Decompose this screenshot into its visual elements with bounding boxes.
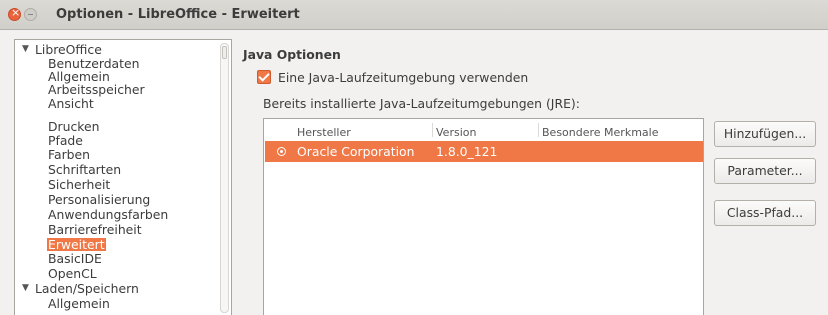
tree-item-opencl[interactable]: OpenCL — [48, 267, 97, 280]
jre-table[interactable]: Hersteller Version Besondere Merkmale Or… — [263, 118, 704, 315]
use-jre-label[interactable]: Eine Java-Laufzeitumgebung verwenden — [278, 70, 528, 85]
options-tree[interactable]: ▼ LibreOffice Benutzerdaten Allgemein Ar… — [14, 39, 232, 315]
minimize-window-icon[interactable] — [24, 8, 37, 21]
column-header-merkmale[interactable]: Besondere Merkmale — [542, 126, 658, 139]
tree-item-barrierefreiheit[interactable]: Barrierefreiheit — [48, 223, 142, 236]
tree-item-drucken[interactable]: Drucken — [48, 120, 100, 133]
title-bar: Optionen - LibreOffice - Erweitert — [0, 0, 828, 30]
tree-group-laden-speichern[interactable]: Laden/Speichern — [35, 282, 139, 295]
tree-item-pfade[interactable]: Pfade — [48, 134, 83, 147]
column-divider — [432, 123, 433, 137]
jre-radio-icon[interactable] — [277, 147, 286, 156]
section-title: Java Optionen — [243, 47, 341, 62]
expand-arrow-icon[interactable]: ▼ — [22, 44, 29, 54]
tree-item-schriftarten[interactable]: Schriftarten — [48, 163, 121, 176]
tree-item-erweitert[interactable]: Erweitert — [47, 238, 106, 251]
classpath-button[interactable]: Class-Pfad... — [714, 200, 816, 226]
table-row[interactable]: Oracle Corporation 1.8.0_121 — [265, 141, 703, 162]
installed-jre-label: Bereits installierte Java-Laufzeitumgebu… — [263, 96, 580, 111]
tree-scrollbar[interactable] — [220, 43, 229, 313]
tree-item-farben[interactable]: Farben — [48, 148, 90, 161]
column-divider — [538, 123, 539, 137]
use-jre-checkbox[interactable] — [257, 70, 271, 84]
jre-version: 1.8.0_121 — [436, 144, 498, 159]
tree-item-anwendungsfarben[interactable]: Anwendungsfarben — [48, 208, 168, 221]
tree-item-arbeitsspeicher[interactable]: Arbeitsspeicher — [48, 83, 145, 96]
tree-item-basicide[interactable]: BasicIDE — [48, 252, 102, 265]
tree-group-libreoffice[interactable]: LibreOffice — [35, 43, 102, 56]
column-header-version[interactable]: Version — [436, 126, 476, 139]
jre-vendor: Oracle Corporation — [297, 144, 415, 159]
add-button[interactable]: Hinzufügen... — [714, 121, 816, 147]
close-window-icon[interactable] — [8, 6, 21, 21]
tree-item-personalisierung[interactable]: Personalisierung — [48, 193, 150, 206]
column-header-hersteller[interactable]: Hersteller — [297, 126, 351, 139]
window-title: Optionen - LibreOffice - Erweitert — [56, 7, 300, 22]
parameter-button[interactable]: Parameter... — [714, 158, 816, 184]
tree-item-ansicht[interactable]: Ansicht — [48, 97, 94, 110]
expand-arrow-icon[interactable]: ▼ — [22, 283, 29, 293]
tree-item-sicherheit[interactable]: Sicherheit — [48, 178, 110, 191]
scrollbar-thumb[interactable] — [222, 46, 227, 59]
tree-item-allgemein-laden[interactable]: Allgemein — [48, 297, 110, 310]
